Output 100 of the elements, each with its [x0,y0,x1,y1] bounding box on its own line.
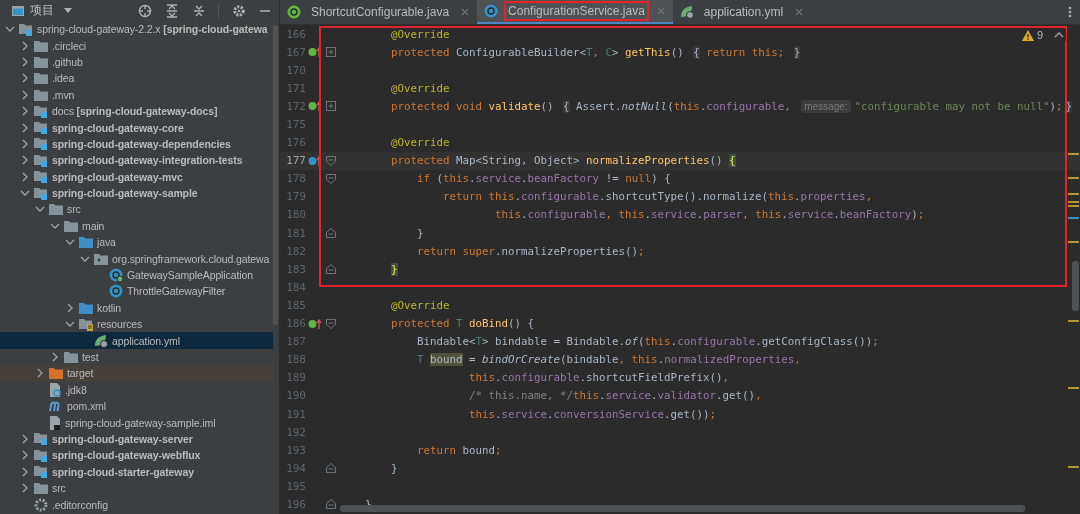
fold-plus-icon[interactable] [326,101,336,112]
fold-close-icon[interactable] [326,463,336,474]
leaf-file-icon [94,333,108,348]
line-number: 175 [285,118,306,131]
line-number: 166 [285,27,306,41]
code-line: protected T doBind() { [390,317,535,331]
line-number: 170 [285,63,306,77]
code-line: } [416,226,424,240]
editor-tab[interactable]: application.yml [672,0,812,24]
fold-close-icon[interactable] [326,499,336,510]
tree-item[interactable]: spring-cloud-gateway-dependencies [0,135,273,153]
override-marker-icon[interactable] [307,101,322,112]
line-number: 196 [285,498,306,511]
module-folder-icon [34,448,48,462]
tree-item[interactable]: pom.xml [0,398,273,415]
editor-tab[interactable]: ShortcutConfigurable.java [280,0,478,24]
file-icon [49,382,61,397]
line-number: 172 [285,99,306,113]
tree-item[interactable]: spring-cloud-gateway-webflux [0,447,273,464]
module-folder-icon [34,186,48,200]
editor-tab[interactable]: ConfigurationService.java [477,0,673,24]
folder-icon [79,301,93,314]
collapse-all-icon[interactable] [192,3,206,18]
tab-label: application.yml [702,4,785,21]
tree-item[interactable]: spring-cloud-starter-gateway [0,463,273,480]
dropdown-icon[interactable] [64,8,72,13]
fold-close-icon[interactable] [326,228,336,239]
line-number: 182 [285,244,306,258]
tree-item[interactable]: .mvn [0,86,273,103]
fold-open-icon[interactable] [326,155,336,166]
line-number: 180 [285,208,306,222]
folder-icon [64,351,78,363]
folder-icon [34,39,48,52]
tree-item[interactable]: target [0,365,273,382]
tree-item[interactable]: docs [spring-cloud-gateway-docs] [0,102,273,120]
tree-item[interactable]: src [0,479,273,497]
code-line: this.configurable.shortcutFieldPrefix(), [468,371,730,385]
maven-icon [49,400,63,413]
code-line: @Override [390,136,450,150]
tree-item[interactable]: resources [0,316,273,333]
tree-item[interactable]: GatewaySampleApplication [0,266,273,284]
fold-open-icon[interactable] [326,318,336,329]
tree-item[interactable]: spring-cloud-gateway-mvc [0,168,273,185]
tree-item[interactable]: org.springframework.cloud.gatewa [0,250,273,267]
line-number: 167 [285,45,306,59]
tree-item[interactable]: spring-cloud-gateway-sample.iml [0,414,273,431]
code-line: this.configurable, this.service.parser, this.service.beanFactory); [494,208,925,222]
line-number: 186 [285,317,306,331]
tree-item[interactable]: test [0,348,273,366]
tree-item[interactable]: spring-cloud-gateway-integration-tests [0,152,273,169]
line-number: 171 [285,81,306,95]
leaf-file-icon [679,5,694,19]
more-icon[interactable] [1068,6,1072,18]
module-folder-icon [19,22,33,36]
panel-title[interactable]: 项目 [30,2,54,19]
code-line: T bound = bindOrCreate(bindable, this.normalizedProperties, [416,353,801,367]
tree-item[interactable]: spring-cloud-gateway-core [0,119,273,136]
override-marker-icon[interactable] [307,47,322,58]
settings-icon[interactable] [232,3,246,18]
close-icon[interactable] [461,8,470,16]
tree-item[interactable]: .circleci [0,37,273,54]
line-number: 178 [285,172,306,186]
code-line: return bound; [416,443,502,457]
window-icon [12,5,24,16]
line-number: 183 [285,262,306,276]
locate-icon[interactable] [138,3,152,18]
expand-all-icon[interactable] [165,3,179,18]
code-line: @Override [390,81,450,95]
tree-item[interactable]: kotlin [0,299,273,317]
scrollbar[interactable] [273,25,278,325]
tree-item[interactable]: src [0,201,273,218]
tree-item[interactable]: .idea [0,70,273,87]
code-line: return super.normalizeProperties(); [416,244,645,258]
code-line: @Override [390,298,450,312]
tree-item[interactable]: .editorconfig [0,496,273,513]
tree-item[interactable]: .jdk8 [0,381,273,398]
override-marker-icon[interactable] [307,155,322,166]
override-marker-icon[interactable] [307,318,322,329]
warning-count[interactable]: 9 [1036,29,1043,41]
tree-item[interactable]: .github [0,53,273,71]
chevron-up-icon[interactable] [1054,32,1064,38]
fold-close-icon[interactable] [326,264,336,275]
file-icon [49,415,61,430]
tree-item[interactable]: spring-cloud-gateway-2.2.x [spring-cloud-gatewa [0,21,273,38]
fold-open-icon[interactable] [326,173,336,184]
class-icon [109,268,123,283]
scrollbar[interactable] [340,505,1025,512]
line-number: 195 [285,479,306,493]
module-folder-icon [34,170,48,184]
gear-icon [34,497,48,512]
tree-item[interactable]: java [0,234,273,251]
tree-item[interactable]: application.yml [0,332,273,349]
fold-plus-icon[interactable] [326,47,336,58]
tree-item[interactable]: main [0,217,273,235]
code-line: protected Map<String, Object> normalizeProperties() { [390,154,736,168]
close-icon[interactable] [795,8,804,16]
tree-item[interactable]: spring-cloud-gateway-sample [0,184,273,202]
tree-item[interactable]: spring-cloud-gateway-server [0,430,273,448]
tree-item[interactable]: ThrottleGatewayFilter [0,283,273,300]
warning-icon[interactable] [1021,29,1034,41]
